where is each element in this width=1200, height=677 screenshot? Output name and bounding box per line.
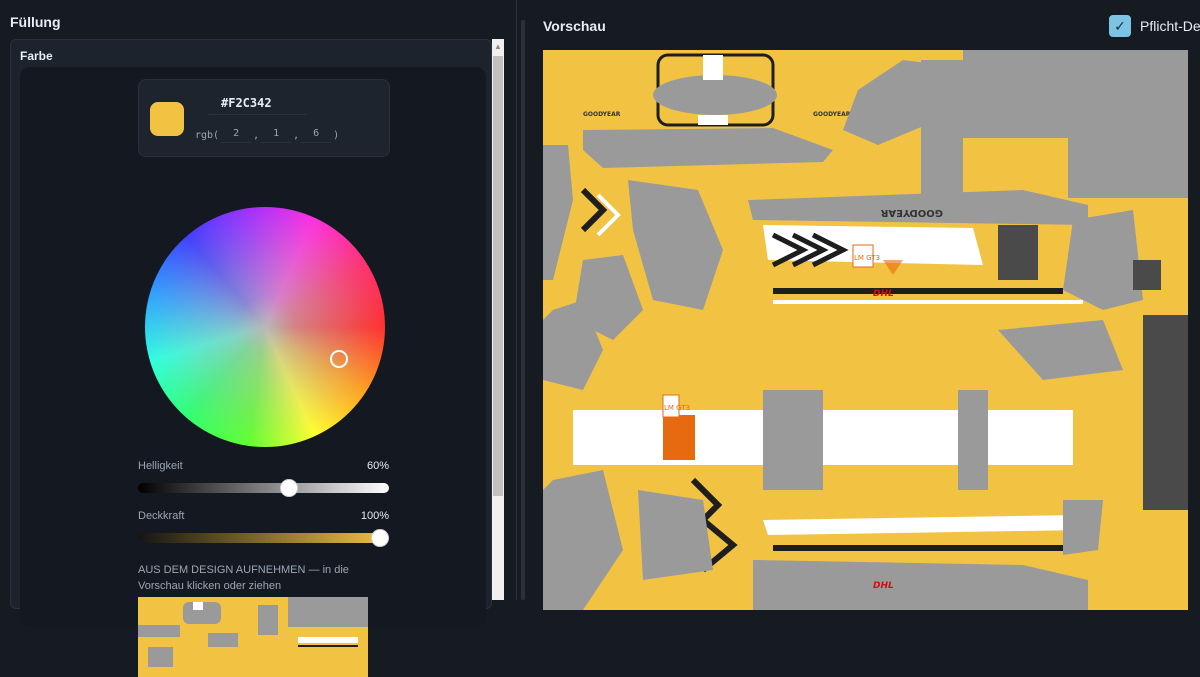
- goodyear-text-large: GOODYEAR: [880, 207, 943, 218]
- goodyear-text-small-1: GOODYEAR: [813, 111, 851, 118]
- scrollbar[interactable]: ▲: [492, 39, 504, 600]
- rgb-prefix: rgb(: [195, 130, 220, 141]
- color-value-box: #F2C342 rgb( 2, 1, 6 ): [138, 79, 390, 157]
- rgb-g-input[interactable]: 1: [261, 128, 292, 143]
- opacity-value: 100%: [360, 510, 389, 522]
- panel-title: Füllung: [10, 14, 61, 30]
- resize-handle[interactable]: [521, 20, 525, 600]
- livery-template-graphic: GOODYEAR GOODYEAR GOODYEAR LM GT3 DHL LM…: [543, 50, 1188, 610]
- opacity-slider[interactable]: [138, 533, 389, 543]
- panel-divider[interactable]: [505, 0, 529, 600]
- section-title: Farbe: [20, 49, 53, 63]
- brightness-label: Helligkeit: [138, 460, 183, 472]
- opacity-label: Deckkraft: [138, 510, 185, 522]
- required-checkbox[interactable]: ✓: [1109, 15, 1131, 37]
- required-checkbox-label[interactable]: Pflicht-De: [1140, 18, 1200, 34]
- color-wheel-marker[interactable]: [330, 350, 348, 368]
- hex-input[interactable]: #F2C342: [209, 96, 307, 115]
- color-picker: #F2C342 rgb( 2, 1, 6 ) Helligkeit 60% De…: [20, 67, 486, 677]
- lm-gt3-badge-top: LM GT3: [854, 254, 880, 262]
- goodyear-text-small-2: GOODYEAR: [583, 111, 621, 118]
- livery-preview[interactable]: GOODYEAR GOODYEAR GOODYEAR LM GT3 DHL LM…: [543, 50, 1188, 610]
- eyedropper-hint-strong: AUS DEM DESIGN AUFNEHMEN: [138, 564, 306, 576]
- rgb-suffix: ): [333, 130, 340, 141]
- color-card: Farbe #F2C342 rgb( 2, 1, 6 ) Helligkeit …: [10, 39, 492, 677]
- eyedropper-hint: AUS DEM DESIGN AUFNEHMEN — in die Vorsch…: [138, 562, 378, 594]
- opacity-slider-thumb[interactable]: [371, 529, 389, 547]
- scrollbar-thumb[interactable]: [493, 56, 503, 496]
- design-pick-preview[interactable]: [138, 597, 368, 677]
- rgb-inputs: rgb( 2, 1, 6 ): [195, 128, 340, 143]
- brightness-slider-thumb[interactable]: [279, 479, 298, 497]
- divider-line: [516, 0, 517, 600]
- rgb-r-input[interactable]: 2: [221, 128, 252, 143]
- checkmark-icon: ✓: [1114, 18, 1126, 34]
- color-swatch[interactable]: [150, 102, 184, 136]
- brightness-slider[interactable]: [138, 483, 389, 493]
- preview-title: Vorschau: [543, 18, 606, 34]
- dhl-logo-top: DHL: [873, 289, 894, 299]
- mini-livery-graphic: [138, 597, 368, 667]
- lm-gt3-badge-side: LM GT3: [664, 404, 690, 412]
- fill-panel: Füllung Farbe #F2C342 rgb( 2, 1, 6 ) Hel…: [0, 0, 505, 677]
- dhl-logo-bottom: DHL: [873, 581, 894, 591]
- scroll-up-arrow-icon[interactable]: ▲: [492, 39, 504, 54]
- brightness-value: 60%: [366, 460, 389, 472]
- rgb-b-input[interactable]: 6: [301, 128, 332, 143]
- color-wheel[interactable]: [145, 207, 385, 447]
- preview-panel: Vorschau ✓ Pflicht-De GOODYEAR GOODYEAR: [529, 0, 1200, 610]
